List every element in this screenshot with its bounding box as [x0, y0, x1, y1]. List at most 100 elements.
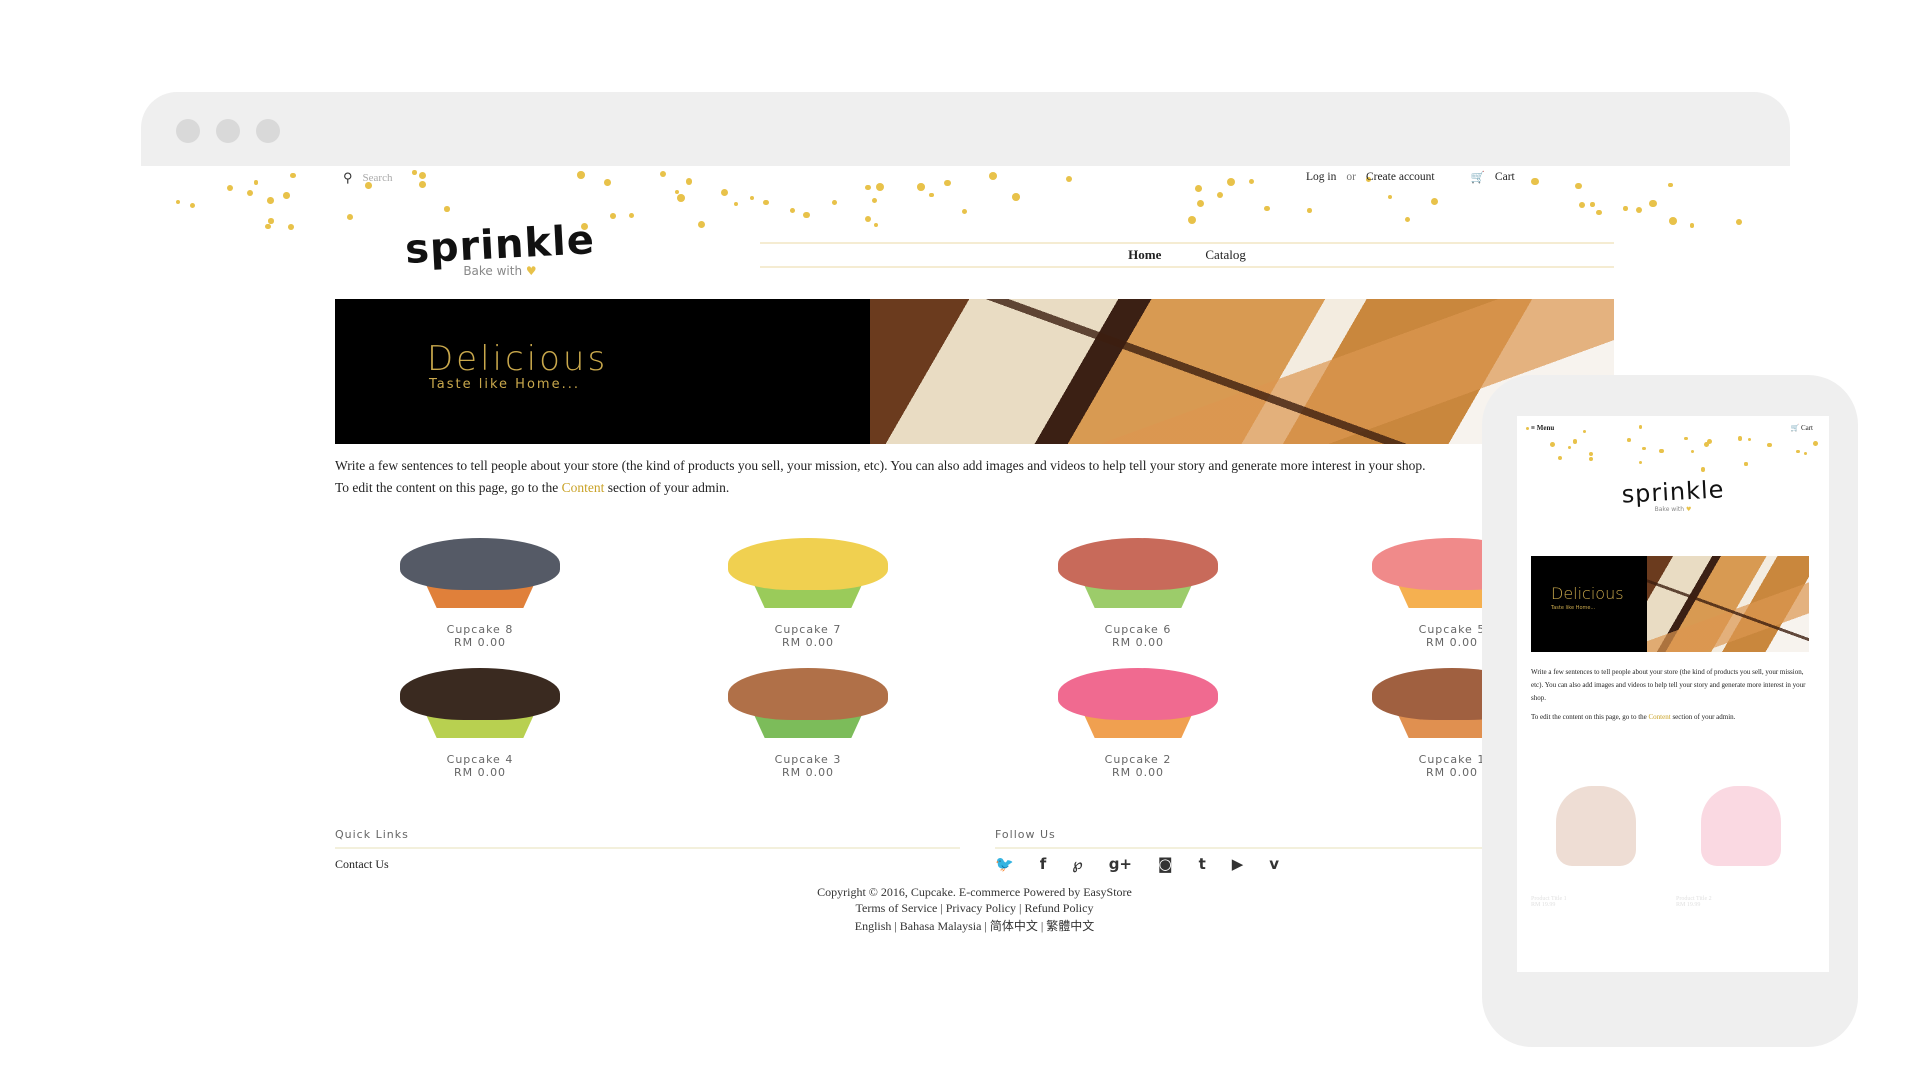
product-name: Cupcake 6 — [1104, 623, 1172, 636]
intro-paragraph: Write a few sentences to tell people abo… — [335, 458, 1426, 473]
product-card[interactable]: Cupcake 8 RM 0.00 — [380, 538, 580, 649]
sprinkle-dot — [1588, 452, 1593, 457]
sprinkle-dot — [1737, 436, 1743, 441]
sprinkle-dot — [1188, 215, 1197, 224]
nav-home[interactable]: Home — [1128, 247, 1161, 263]
text: section of your admin. — [1670, 713, 1736, 721]
mobile-menu-button[interactable]: ≡ Menu — [1531, 424, 1554, 432]
create-account-link[interactable]: Create account — [1366, 171, 1435, 183]
heart-icon: ♥ — [1685, 506, 1692, 513]
sprinkle-dot — [1263, 205, 1270, 212]
product-price: RM 0.00 — [781, 766, 835, 779]
instagram-icon[interactable]: ◙ — [1158, 855, 1173, 873]
google-plus-icon[interactable]: g+ — [1109, 855, 1132, 873]
search-icon: ⚲ — [343, 170, 353, 185]
browser-title-bar — [141, 92, 1790, 166]
sprinkle-dot — [1744, 462, 1748, 466]
sprinkle-dot — [1388, 194, 1393, 199]
sprinkle-dot — [1306, 208, 1312, 213]
follow-us: Follow Us 🐦 f ℘ g+ ◙ t ▶ v — [995, 828, 1495, 873]
sprinkle-dot — [1574, 182, 1582, 190]
content-link[interactable]: Content — [562, 480, 605, 495]
product-image — [1053, 668, 1223, 743]
banner-subtitle: Taste like Home... — [429, 377, 580, 392]
search-box[interactable]: ⚲ Search — [343, 170, 392, 186]
product-price: RM 0.00 — [453, 636, 507, 649]
product-price: RM 0.00 — [1111, 636, 1165, 649]
sprinkle-dot — [929, 192, 934, 198]
sprinkle-dot — [1642, 446, 1646, 451]
sprinkle-dot — [444, 206, 450, 212]
vimeo-icon[interactable]: v — [1269, 855, 1279, 873]
sprinkle-dot — [1249, 178, 1254, 184]
sprinkle-dot — [1525, 426, 1530, 431]
window-dot — [256, 119, 280, 143]
product-card[interactable]: Cupcake 3 RM 0.00 — [708, 668, 908, 779]
content-link[interactable]: Content — [1649, 713, 1671, 721]
product-image — [723, 668, 893, 743]
sprinkle-dot — [189, 203, 195, 209]
sprinkle-dot — [1707, 439, 1712, 444]
pinterest-icon[interactable]: ℘ — [1072, 855, 1082, 873]
hero-banner[interactable]: Delicious Taste like Home... — [335, 299, 1614, 444]
twitter-icon[interactable]: 🐦 — [995, 855, 1014, 873]
mobile-product-card[interactable]: Product Title 1 RM 19.99 — [1531, 786, 1661, 908]
banner-photo — [1647, 556, 1809, 652]
banner-subtitle: Taste like Home... — [1551, 605, 1596, 611]
sprinkle-dot — [1690, 449, 1695, 454]
sprinkle-dot — [1572, 439, 1578, 445]
mobile-preview: ≡ Menu 🛒 Cart sprinkle Bake with ♥ Delic… — [1482, 375, 1858, 1047]
mobile-product-card[interactable]: Product Title 2 RM 19.99 — [1676, 786, 1806, 908]
sprinkle-dot — [1700, 467, 1705, 472]
product-price: RM 19.99 — [1676, 902, 1701, 908]
quick-links: Quick Links Contact Us — [335, 828, 960, 872]
nav-catalog[interactable]: Catalog — [1205, 247, 1245, 263]
product-image — [723, 538, 893, 613]
sprinkle-dot — [175, 199, 180, 204]
search-input[interactable]: Search — [363, 172, 393, 184]
product-card[interactable]: Cupcake 7 RM 0.00 — [708, 538, 908, 649]
hamburger-icon: ≡ — [1531, 424, 1535, 432]
mobile-menu-label: Menu — [1536, 424, 1555, 432]
sprinkle-dot — [1795, 449, 1800, 454]
contact-us-link[interactable]: Contact Us — [335, 857, 960, 872]
sprinkle-dot — [989, 171, 998, 180]
sprinkle-dot — [1767, 442, 1773, 448]
sprinkle-dot — [1659, 448, 1664, 454]
facebook-icon[interactable]: f — [1040, 855, 1047, 873]
sprinkle-dot — [1684, 436, 1688, 440]
product-card[interactable]: Cupcake 4 RM 0.00 — [380, 668, 580, 779]
product-image — [1556, 786, 1636, 866]
sprinkle-dot — [1638, 425, 1643, 429]
product-card[interactable]: Cupcake 6 RM 0.00 — [1038, 538, 1238, 649]
product-price: RM 0.00 — [1111, 766, 1165, 779]
sprinkle-dot — [1216, 191, 1223, 198]
login-link[interactable]: Log in — [1306, 171, 1336, 183]
intro-paragraph: Write a few sentences to tell people abo… — [1531, 668, 1806, 702]
logo[interactable]: sprinkle Bake with ♥ — [365, 217, 635, 278]
sprinkle-dot — [418, 181, 426, 188]
sprinkle-dot — [1589, 456, 1593, 461]
product-name: Cupcake 7 — [774, 623, 842, 636]
policy-links[interactable]: Terms of Service | Privacy Policy | Refu… — [335, 901, 1614, 916]
sprinkle-dot — [246, 189, 253, 196]
product-image — [395, 668, 565, 743]
copyright: Copyright © 2016, Cupcake. E-commerce Po… — [817, 885, 1132, 899]
sprinkle-dot — [1638, 461, 1642, 465]
window-dot — [176, 119, 200, 143]
cart-link[interactable]: Cart — [1495, 171, 1515, 183]
sprinkle-dot — [283, 192, 290, 199]
language-links[interactable]: English | Bahasa Malaysia | 简体中文 | 繁體中文 — [335, 917, 1614, 934]
product-card[interactable]: Cupcake 2 RM 0.00 — [1038, 668, 1238, 779]
sprinkle-dot — [1567, 445, 1572, 449]
sprinkle-dot — [1531, 178, 1539, 186]
sprinkle-dot — [1804, 451, 1808, 456]
mobile-cart-label: Cart — [1800, 424, 1813, 432]
banner-title: Delicious — [427, 339, 609, 379]
tumblr-icon[interactable]: t — [1199, 855, 1206, 873]
youtube-icon[interactable]: ▶ — [1232, 855, 1244, 873]
sprinkle-dot — [1635, 207, 1642, 214]
mobile-screen: ≡ Menu 🛒 Cart sprinkle Bake with ♥ Delic… — [1517, 416, 1829, 972]
mobile-cart[interactable]: 🛒 Cart — [1790, 424, 1813, 432]
mobile-banner: Delicious Taste like Home... — [1531, 556, 1809, 652]
